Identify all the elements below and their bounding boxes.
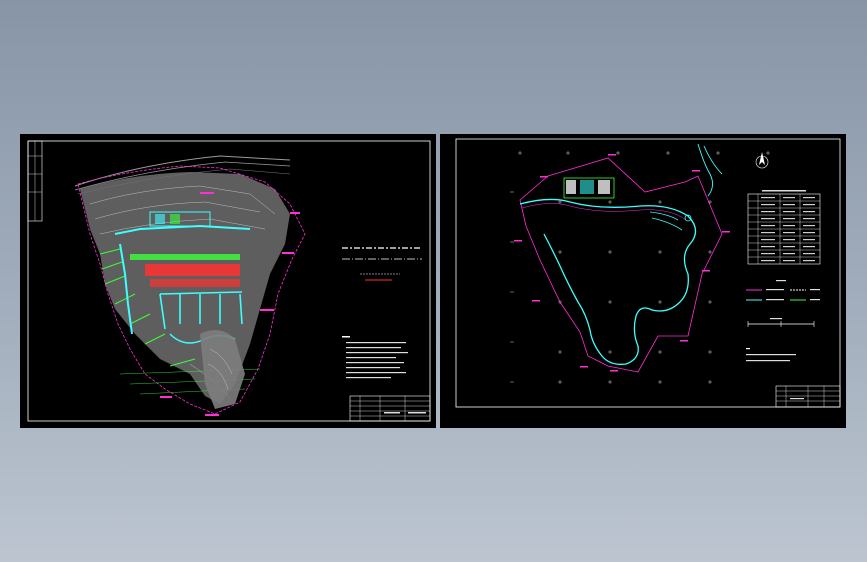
sheet-border (455, 138, 841, 408)
cad-sheet-right[interactable] (440, 134, 846, 428)
title-block-right (775, 385, 841, 408)
north-arrow-icon (755, 152, 769, 169)
site-plan-drawing (27, 140, 431, 422)
drawing-notes (746, 348, 796, 362)
boundary-plan-drawing (455, 138, 841, 408)
scale-bar (747, 318, 815, 327)
cad-sheet-left[interactable] (20, 134, 436, 428)
title-block-left (349, 395, 431, 422)
grid-markers (510, 151, 770, 384)
river-line (519, 198, 697, 365)
line-legend (342, 247, 422, 281)
symbol-legend (746, 280, 820, 301)
property-boundary (519, 157, 723, 373)
building-block-red (145, 264, 240, 276)
drawing-notes (342, 336, 408, 379)
site-building (563, 177, 615, 199)
legend-table (747, 190, 821, 265)
boundary-point-labels (514, 154, 730, 372)
